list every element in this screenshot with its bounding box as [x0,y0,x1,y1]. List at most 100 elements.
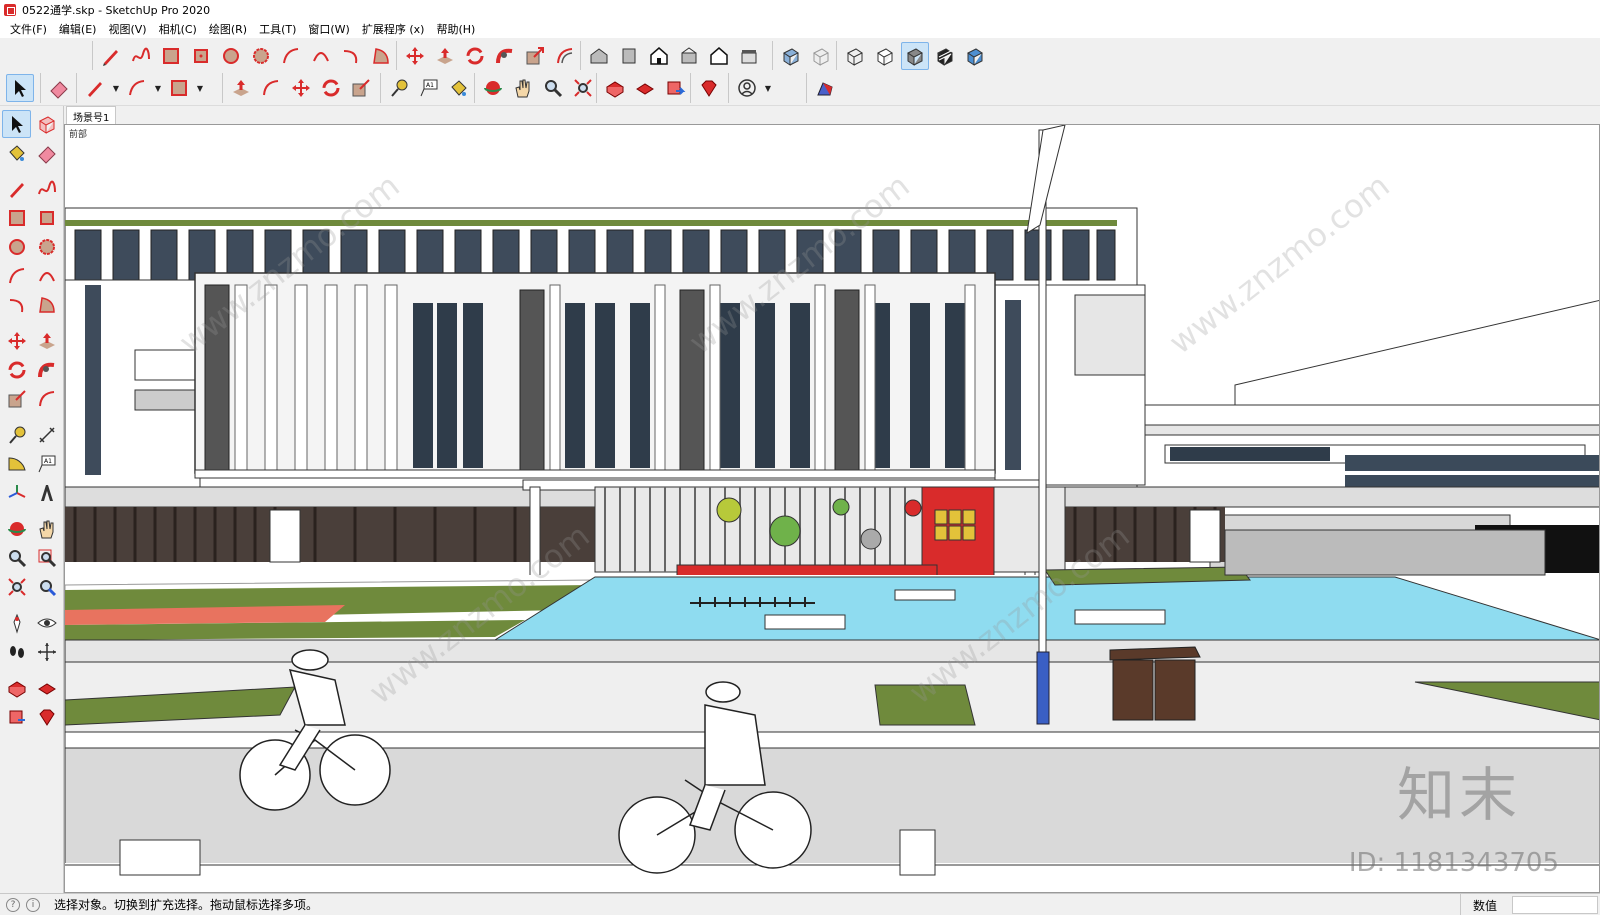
lt-freehand-button[interactable] [32,175,61,203]
eraser-tool-button[interactable] [45,74,73,102]
scale-button-2[interactable] [347,74,375,102]
lt-position-camera-button[interactable] [2,609,31,637]
polygon-tool-button[interactable] [247,42,275,70]
lt-share-model-button[interactable] [32,674,61,702]
lt-offset-button[interactable] [32,385,61,413]
shaded-button[interactable] [901,42,929,70]
lt-three-point-arc-button[interactable] [2,291,31,319]
lt-pie-button[interactable] [32,291,61,319]
lt-3d-text-button[interactable] [32,479,61,507]
back-edges-button[interactable] [807,42,835,70]
pan-button[interactable] [509,74,537,102]
lt-zoom-window-button[interactable] [32,544,61,572]
line-tool-button-2[interactable] [81,74,109,102]
lt-scale-button[interactable] [2,385,31,413]
lt-section-button[interactable] [32,638,61,666]
menu-tools[interactable]: 工具(T) [253,21,302,37]
measurements-input[interactable] [1512,896,1598,914]
move-tool-button[interactable] [401,42,429,70]
lt-zoom-button[interactable] [2,544,31,572]
share-model-button[interactable] [631,74,659,102]
line-dropdown-arrow[interactable]: ▼ [111,74,121,102]
lt-move-button[interactable] [2,327,31,355]
menu-camera[interactable]: 相机(C) [153,21,203,37]
lt-rotated-rectangle-button[interactable] [32,204,61,232]
extension-warehouse-button[interactable] [695,74,723,102]
lt-pan-button[interactable] [32,515,61,543]
geo-location-icon[interactable]: ? [6,897,20,912]
scene-tab-1[interactable]: 场景号1 [66,106,117,124]
menu-help[interactable]: 帮助(H) [430,21,481,37]
rotated-rectangle-button[interactable] [187,42,215,70]
monochrome-button[interactable] [961,42,989,70]
lt-paint-button[interactable] [2,139,31,167]
lt-follow-me-button[interactable] [32,356,61,384]
select-tool-button[interactable] [6,74,34,102]
menu-file[interactable]: 文件(F) [4,21,53,37]
offset-tool-button[interactable] [551,42,579,70]
menu-extensions[interactable]: 扩展程序 (x) [356,21,431,37]
info-icon[interactable]: i [26,897,40,912]
rectangle-tool-button[interactable] [157,42,185,70]
lt-rotate-button[interactable] [2,356,31,384]
zoom-button[interactable] [539,74,567,102]
lt-zoom-extents-button[interactable] [2,573,31,601]
share-component-button[interactable] [661,74,689,102]
pie-tool-button[interactable] [367,42,395,70]
line-tool-button[interactable] [97,42,125,70]
account-dropdown-arrow[interactable]: ▼ [763,74,773,102]
wireframe-button[interactable] [841,42,869,70]
freehand-tool-button[interactable] [127,42,155,70]
text-tool-button[interactable]: A1 [415,74,443,102]
shaded-textures-button[interactable] [931,42,959,70]
lt-arc-button[interactable] [2,262,31,290]
circle-tool-button[interactable] [217,42,245,70]
xray-style-button[interactable] [777,42,805,70]
lt-line-button[interactable] [2,175,31,203]
3d-warehouse-button[interactable] [601,74,629,102]
shape-dropdown-arrow[interactable]: ▼ [195,74,205,102]
move-button-2[interactable] [287,74,315,102]
rotate-button-2[interactable] [317,74,345,102]
arc-tool-button[interactable] [277,42,305,70]
lt-push-pull-button[interactable] [32,327,61,355]
scale-tool-button[interactable] [521,42,549,70]
zoom-extents-button[interactable] [569,74,597,102]
lt-eraser-button[interactable] [32,139,61,167]
lt-warehouse-button[interactable] [2,674,31,702]
push-pull-tool-button[interactable] [431,42,459,70]
lt-previous-view-button[interactable] [32,573,61,601]
model-viewport[interactable]: 前部 www.znzmo.com www.znzmo.com www.znzmo… [64,124,1600,893]
lt-component-button[interactable] [32,110,61,138]
account-button[interactable] [733,74,761,102]
lt-extension-warehouse-button[interactable] [32,703,61,731]
lt-polygon-button[interactable] [32,233,61,261]
push-pull-button-2[interactable] [227,74,255,102]
lt-orbit-button[interactable] [2,515,31,543]
lt-two-point-arc-button[interactable] [32,262,61,290]
menu-window[interactable]: 窗口(W) [302,21,355,37]
left-view-button[interactable] [735,42,763,70]
menu-view[interactable]: 视图(V) [102,21,152,37]
follow-me-tool-button[interactable] [491,42,519,70]
top-view-button[interactable] [615,42,643,70]
right-view-button[interactable] [675,42,703,70]
section-plane-button[interactable] [811,74,839,102]
lt-dimension-button[interactable] [32,421,61,449]
lt-protractor-button[interactable] [2,450,31,478]
back-view-button[interactable] [705,42,733,70]
hidden-line-button[interactable] [871,42,899,70]
arc-tool-button-2[interactable] [123,74,151,102]
lt-text-button[interactable]: A1 [32,450,61,478]
tape-measure-button[interactable] [385,74,413,102]
rotate-tool-button[interactable] [461,42,489,70]
front-view-button[interactable] [645,42,673,70]
arc-dropdown-arrow[interactable]: ▼ [153,74,163,102]
lt-circle-button[interactable] [2,233,31,261]
lt-tape-measure-button[interactable] [2,421,31,449]
lt-rectangle-button[interactable] [2,204,31,232]
orbit-button[interactable] [479,74,507,102]
lt-walk-button[interactable] [2,638,31,666]
two-point-arc-button[interactable] [307,42,335,70]
lt-look-around-button[interactable] [32,609,61,637]
